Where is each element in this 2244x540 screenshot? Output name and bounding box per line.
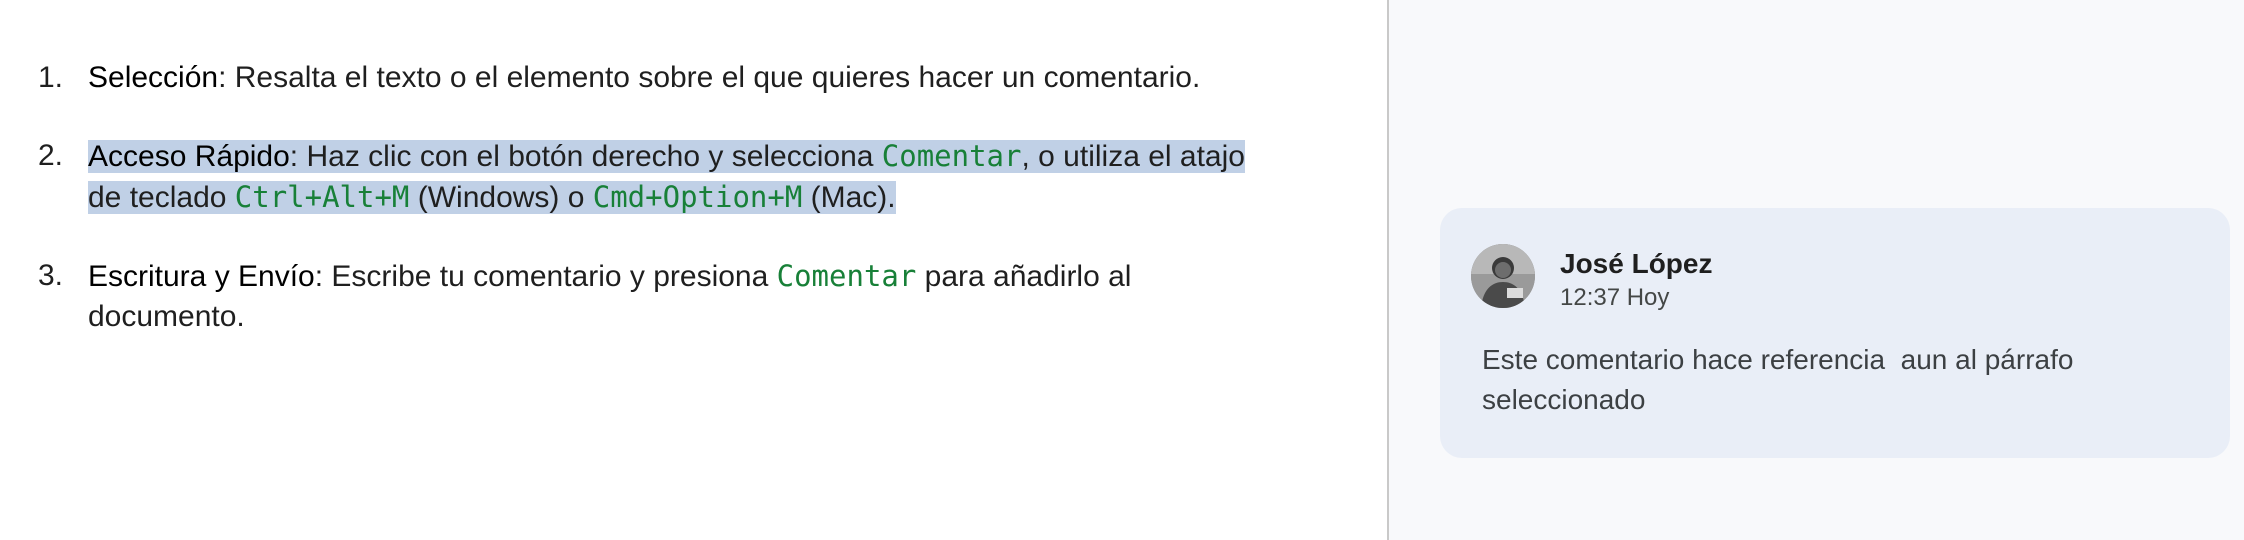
- step-term: Acceso Rápido: [88, 140, 290, 173]
- step-text: : Haz clic con el botón derecho y selecc…: [289, 140, 882, 173]
- document-body[interactable]: 1. Selección: Resalta el texto o el elem…: [0, 0, 1387, 540]
- step-text: (Windows) o: [409, 181, 593, 214]
- list-number: 1.: [38, 61, 64, 94]
- code-shortcut-windows: Ctrl+Alt+M: [234, 180, 410, 214]
- document-view: 1. Selección: Resalta el texto o el elem…: [0, 0, 2244, 540]
- step-term: Escritura y Envío: [88, 260, 315, 293]
- selected-text-highlight[interactable]: Acceso Rápido: Haz clic con el botón der…: [88, 139, 1245, 214]
- step-term: Selección: [88, 61, 219, 94]
- code-shortcut-mac: Cmd+Option+M: [592, 180, 803, 214]
- list-item-escritura[interactable]: 3. Escritura y Envío: Escribe tu comenta…: [38, 256, 1268, 337]
- list-number: 3.: [38, 259, 64, 292]
- list-item-seleccion[interactable]: 1. Selección: Resalta el texto o el elem…: [38, 58, 1268, 98]
- comment-text: Este comentario hace referencia aun al p…: [1482, 344, 2082, 415]
- list-item-acceso-rapido[interactable]: 2. Acceso Rápido: Haz clic con el botón …: [38, 136, 1268, 218]
- step-text: : Resalta el texto o el elemento sobre e…: [218, 61, 1201, 94]
- step-text: (Mac).: [802, 181, 896, 214]
- comment-timestamp: 12:37 Hoy: [1560, 284, 1670, 311]
- user-photo-avatar: [1471, 244, 1535, 308]
- comment-card[interactable]: José López 12:37 Hoy Este comentario hac…: [1440, 208, 2230, 458]
- code-comentar: Comentar: [881, 139, 1022, 173]
- comment-author: José López: [1560, 248, 1713, 279]
- steps-list: 1. Selección: Resalta el texto o el elem…: [38, 58, 1268, 375]
- avatar-icon: [1471, 244, 1535, 308]
- list-number: 2.: [38, 139, 64, 172]
- step-text: : Escribe tu comentario y presiona: [314, 260, 777, 293]
- code-comentar: Comentar: [776, 259, 917, 293]
